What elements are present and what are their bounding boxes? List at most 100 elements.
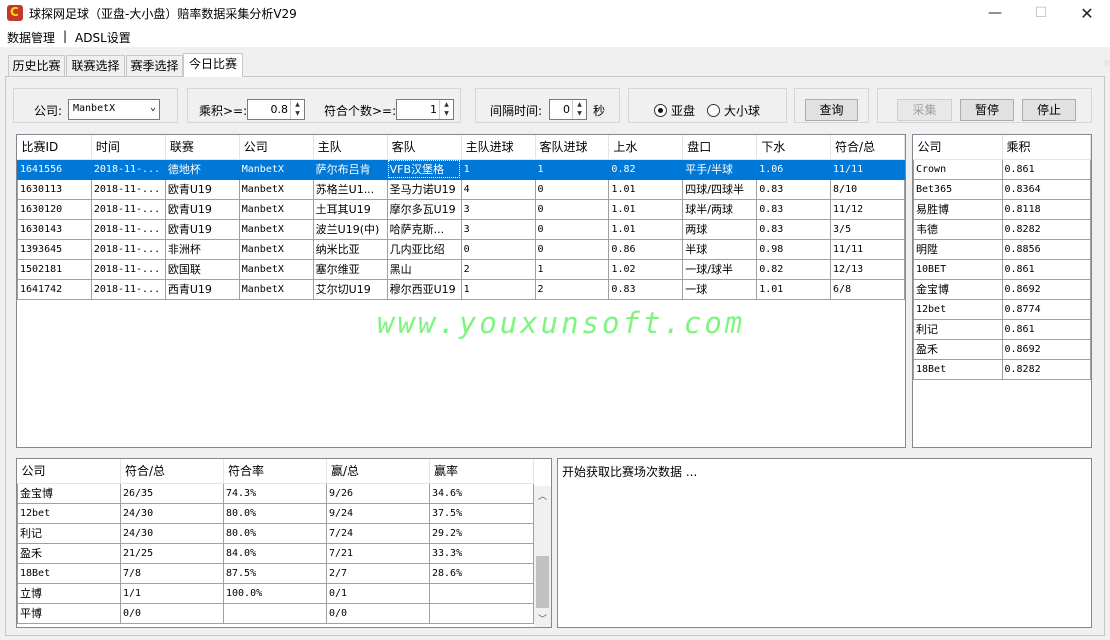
close-button[interactable]: ✕ (1064, 0, 1110, 27)
column-header[interactable]: 客队 (387, 135, 462, 160)
column-header[interactable]: 赢/总 (326, 459, 430, 484)
table-cell: Crown (913, 158, 1003, 180)
table-cell: 土耳其U19 (312, 198, 388, 220)
column-header[interactable]: 乘积 (1002, 135, 1091, 160)
table-cell: 1 (534, 158, 610, 180)
table-cell: 18Bet (913, 358, 1003, 380)
company-row[interactable]: 盈禾 0.8692 (913, 338, 1091, 360)
company-row[interactable]: Bet365 0.8364 (913, 178, 1091, 200)
product-spinner[interactable]: 0.8 ▲ ▼ (247, 99, 305, 120)
radio-over-under[interactable] (707, 104, 720, 117)
stats-row[interactable]: 盈禾 21/25 84.0% 7/21 33.3% (17, 542, 534, 564)
table-cell (429, 602, 534, 624)
stop-button[interactable]: 停止 (1022, 99, 1076, 121)
menu-data-management[interactable]: 数据管理 (7, 29, 55, 46)
company-row[interactable]: 12bet 0.8774 (913, 298, 1091, 320)
table-cell: 0.83 (756, 218, 832, 240)
table-cell (429, 582, 534, 604)
radio-asian-label: 亚盘 (671, 104, 696, 118)
tab-today[interactable]: 今日比赛 (183, 53, 243, 77)
scroll-down-icon[interactable]: ﹀ (538, 612, 547, 625)
stats-scrollbar[interactable]: ︿ ﹀ (534, 486, 551, 627)
column-header[interactable]: 公司 (913, 135, 1003, 160)
radio-asian-handicap[interactable] (654, 104, 667, 117)
spinner-arrows-icon[interactable]: ▲ ▼ (290, 100, 304, 119)
company-row[interactable]: 18Bet 0.8282 (913, 358, 1091, 380)
table-cell: ManbetX (238, 218, 314, 240)
stats-row[interactable]: 利记 24/30 80.0% 7/24 29.2% (17, 522, 534, 544)
table-cell: 0 (534, 178, 610, 200)
stats-row[interactable]: 平博 0/0 0/0 (17, 602, 534, 624)
match-count-spinner[interactable]: 1 ▲ ▼ (396, 99, 454, 120)
match-row[interactable]: 1630120 2018-11-... 欧青U19 ManbetX 土耳其U19 摩尔多瓦… (17, 198, 905, 220)
maximize-button[interactable]: ☐ (1018, 0, 1064, 27)
column-header[interactable]: 符合率 (223, 459, 327, 484)
table-cell: ManbetX (238, 278, 314, 300)
collect-button[interactable]: 采集 (897, 99, 952, 121)
column-header[interactable]: 联赛 (165, 135, 240, 160)
table-cell: 3 (460, 218, 536, 240)
scroll-up-icon[interactable]: ︿ (538, 489, 547, 502)
table-cell: ManbetX (238, 158, 314, 180)
interval-unit: 秒 (593, 104, 606, 118)
table-cell: 1630113 (17, 178, 92, 200)
stats-row[interactable]: 18Bet 7/8 87.5% 2/7 28.6% (17, 562, 534, 584)
company-select[interactable]: ManbetX ⌄ (68, 99, 160, 120)
tab-history[interactable]: 历史比赛 (8, 55, 65, 76)
table-cell: 80.0% (223, 502, 327, 524)
stats-row[interactable]: 金宝博 26/35 74.3% 9/26 34.6% (17, 482, 534, 504)
table-cell: 塞尔维亚 (312, 258, 388, 280)
match-row[interactable]: 1630143 2018-11-... 欧青U19 ManbetX 波兰U19(中) 哈萨… (17, 218, 905, 240)
match-row[interactable]: 1393645 2018-11-... 非洲杯 ManbetX 纳米比亚 几内亚比绍 0 0 0… (17, 238, 905, 260)
table-cell: 一球 (682, 278, 758, 300)
column-header[interactable]: 比赛ID (17, 135, 92, 160)
table-cell: 苏格兰U1... (312, 178, 388, 200)
table-cell: 37.5% (429, 502, 534, 524)
column-header[interactable]: 公司 (17, 459, 121, 484)
company-row[interactable]: 利记 0.861 (913, 318, 1091, 340)
interval-spinner[interactable]: 0 ▲ ▼ (549, 99, 587, 120)
column-header[interactable]: 下水 (756, 135, 832, 160)
match-row[interactable]: 1630113 2018-11-... 欧青U19 ManbetX 苏格兰U1... 圣马… (17, 178, 905, 200)
column-header[interactable]: 符合/总 (120, 459, 224, 484)
column-header[interactable]: 客队进球 (535, 135, 610, 160)
table-cell: 24/30 (120, 502, 224, 524)
column-header[interactable]: 赢率 (429, 459, 534, 484)
company-row[interactable]: 韦德 0.8282 (913, 218, 1091, 240)
company-row[interactable]: 明陞 0.8856 (913, 238, 1091, 260)
table-cell: 10BET (913, 258, 1003, 280)
table-cell: 7/24 (326, 522, 430, 544)
spinner-arrows-icon[interactable]: ▲ ▼ (572, 100, 586, 119)
match-row[interactable]: 1641742 2018-11-... 西青U19 ManbetX 艾尔切U19 穆尔西亚… (17, 278, 905, 300)
query-button[interactable]: 查询 (805, 99, 858, 121)
column-header[interactable]: 符合/总 (830, 135, 905, 160)
column-header[interactable]: 盘口 (682, 135, 758, 160)
pause-button[interactable]: 暂停 (960, 99, 1014, 121)
match-row[interactable]: 1641556 2018-11-... 德地杯 ManbetX 萨尔布吕肯 VFB汉堡格 1… (17, 158, 905, 180)
stats-row[interactable]: 12bet 24/30 80.0% 9/24 37.5% (17, 502, 534, 524)
table-cell: 0.8692 (1001, 278, 1091, 300)
column-header[interactable]: 上水 (608, 135, 684, 160)
matches-table: 比赛ID 时间 联赛 公司 主队 客队 主队进球 客队进球 上水 盘口 下水 符合/总 1641556… (17, 135, 905, 300)
company-row[interactable]: 金宝博 0.8692 (913, 278, 1091, 300)
company-row[interactable]: Crown 0.861 (913, 158, 1091, 180)
table-cell: 87.5% (223, 562, 327, 584)
table-cell: 80.0% (223, 522, 327, 544)
table-cell: 0.8282 (1001, 218, 1091, 240)
match-row[interactable]: 1502181 2018-11-... 欧国联 ManbetX 塞尔维亚 黑山 2 1 1.02… (17, 258, 905, 280)
company-row[interactable]: 易胜博 0.8118 (913, 198, 1091, 220)
column-header[interactable]: 主队 (313, 135, 388, 160)
stats-row[interactable]: 立博 1/1 100.0% 0/1 (17, 582, 534, 604)
column-header[interactable]: 时间 (91, 135, 166, 160)
scroll-thumb[interactable] (536, 556, 549, 608)
minimize-button[interactable]: — (972, 0, 1018, 27)
tab-league[interactable]: 联赛选择 (66, 55, 125, 76)
spinner-arrows-icon[interactable]: ▲ ▼ (439, 100, 453, 119)
table-cell: 8/10 (830, 178, 905, 200)
column-header[interactable]: 公司 (239, 135, 314, 160)
company-select-value: ManbetX (73, 103, 116, 114)
tab-season[interactable]: 赛季选择 (126, 55, 183, 76)
menu-adsl-settings[interactable]: ADSL设置 (75, 29, 131, 46)
column-header[interactable]: 主队进球 (461, 135, 536, 160)
company-row[interactable]: 10BET 0.861 (913, 258, 1091, 280)
